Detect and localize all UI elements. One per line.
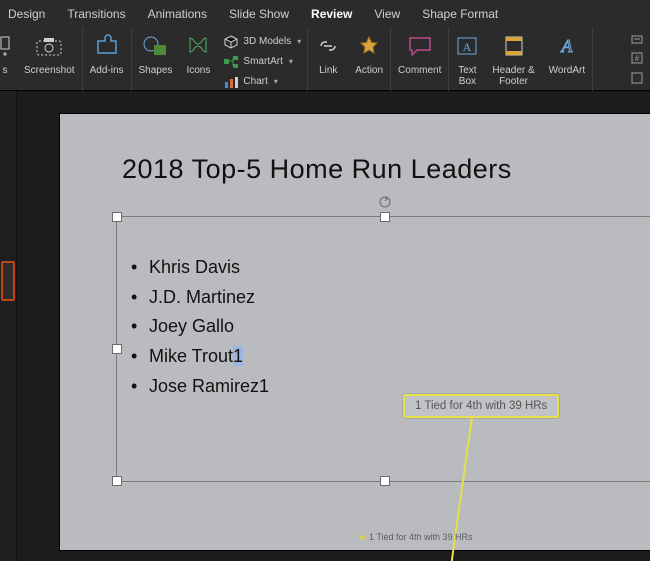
addins-icon	[94, 33, 120, 59]
chart-icon	[223, 75, 239, 89]
tab-review[interactable]: Review	[311, 7, 352, 21]
resize-handle[interactable]	[112, 212, 122, 222]
link-button[interactable]: Link	[308, 29, 348, 91]
tab-slide-show[interactable]: Slide Show	[229, 7, 289, 21]
comment-icon	[407, 35, 433, 57]
svg-text:A: A	[560, 36, 573, 56]
slide-title[interactable]: 2018 Top-5 Home Run Leaders	[122, 154, 512, 185]
list-item: Mike Trout1	[149, 342, 650, 372]
tab-transitions[interactable]: Transitions	[67, 7, 125, 21]
camera-icon	[34, 34, 64, 58]
slide-footnote: 1 Tied for 4th with 39 HRs	[360, 532, 473, 542]
link-icon	[315, 36, 341, 56]
rotate-handle[interactable]	[378, 195, 392, 209]
bullet-list[interactable]: Khris Davis J.D. Martinez Joey Gallo Mik…	[117, 235, 650, 401]
resize-handle[interactable]	[380, 476, 390, 486]
cube-icon	[223, 35, 239, 49]
comment-button[interactable]: Comment	[391, 29, 448, 91]
list-item: Jose Ramirez1	[149, 372, 650, 402]
smartart-button[interactable]: SmartArt▾	[223, 52, 301, 71]
workspace: 2018 Top-5 Home Run Leaders Khris Davis …	[0, 91, 650, 561]
shapes-button[interactable]: Shapes	[132, 29, 180, 91]
ribbon: Design Transitions Animations Slide Show…	[0, 0, 650, 91]
list-item: Khris Davis	[149, 253, 650, 283]
wordart-icon: A	[555, 34, 579, 58]
content-textbox[interactable]: Khris Davis J.D. Martinez Joey Gallo Mik…	[116, 216, 650, 482]
ribbon-tabs: Design Transitions Animations Slide Show…	[0, 0, 650, 25]
ribbon-groups: s Screenshot Add-ins Shapes Icons	[0, 25, 650, 93]
tab-animations[interactable]: Animations	[148, 7, 207, 21]
text-box-button[interactable]: A Text Box	[449, 29, 485, 91]
slide[interactable]: 2018 Top-5 Home Run Leaders Khris Davis …	[59, 113, 650, 551]
star-icon	[358, 35, 380, 57]
wordart-button[interactable]: A WordArt	[542, 29, 593, 91]
header-footer-icon	[503, 34, 525, 58]
new-slide-button[interactable]: s	[0, 29, 17, 91]
list-item: J.D. Martinez	[149, 283, 650, 313]
resize-handle[interactable]	[380, 212, 390, 222]
footnote-highlight: 1 Tied for 4th with 39 HRs	[403, 394, 559, 418]
slide-thumbnails[interactable]	[0, 91, 17, 561]
addins-button[interactable]: Add-ins	[83, 29, 131, 91]
tab-design[interactable]: Design	[8, 7, 45, 21]
resize-handle[interactable]	[112, 476, 122, 486]
thumbnail-selected[interactable]	[1, 261, 15, 301]
3d-models-button[interactable]: 3D Models▾	[223, 32, 301, 51]
footnote-marker-icon	[360, 535, 365, 540]
svg-text:A: A	[463, 40, 472, 54]
icons-button[interactable]: Icons	[179, 29, 217, 91]
list-item: Joey Gallo	[149, 312, 650, 342]
icons-icon	[186, 34, 210, 58]
shapes-icon	[141, 34, 169, 58]
slide-canvas[interactable]: 2018 Top-5 Home Run Leaders Khris Davis …	[17, 91, 650, 561]
ribbon-overflow[interactable]: #	[630, 31, 644, 85]
action-button[interactable]: Action	[348, 29, 390, 91]
smartart-icon	[223, 55, 239, 69]
screenshot-button[interactable]: Screenshot	[17, 29, 82, 91]
textbox-icon: A	[456, 34, 478, 58]
tab-shape-format[interactable]: Shape Format	[422, 7, 498, 21]
resize-handle[interactable]	[112, 344, 122, 354]
tab-view[interactable]: View	[374, 7, 400, 21]
selected-character[interactable]: 1	[233, 346, 243, 366]
chart-button[interactable]: Chart▾	[223, 72, 301, 91]
svg-text:#: #	[635, 54, 640, 63]
header-footer-button[interactable]: Header & Footer	[485, 29, 541, 91]
